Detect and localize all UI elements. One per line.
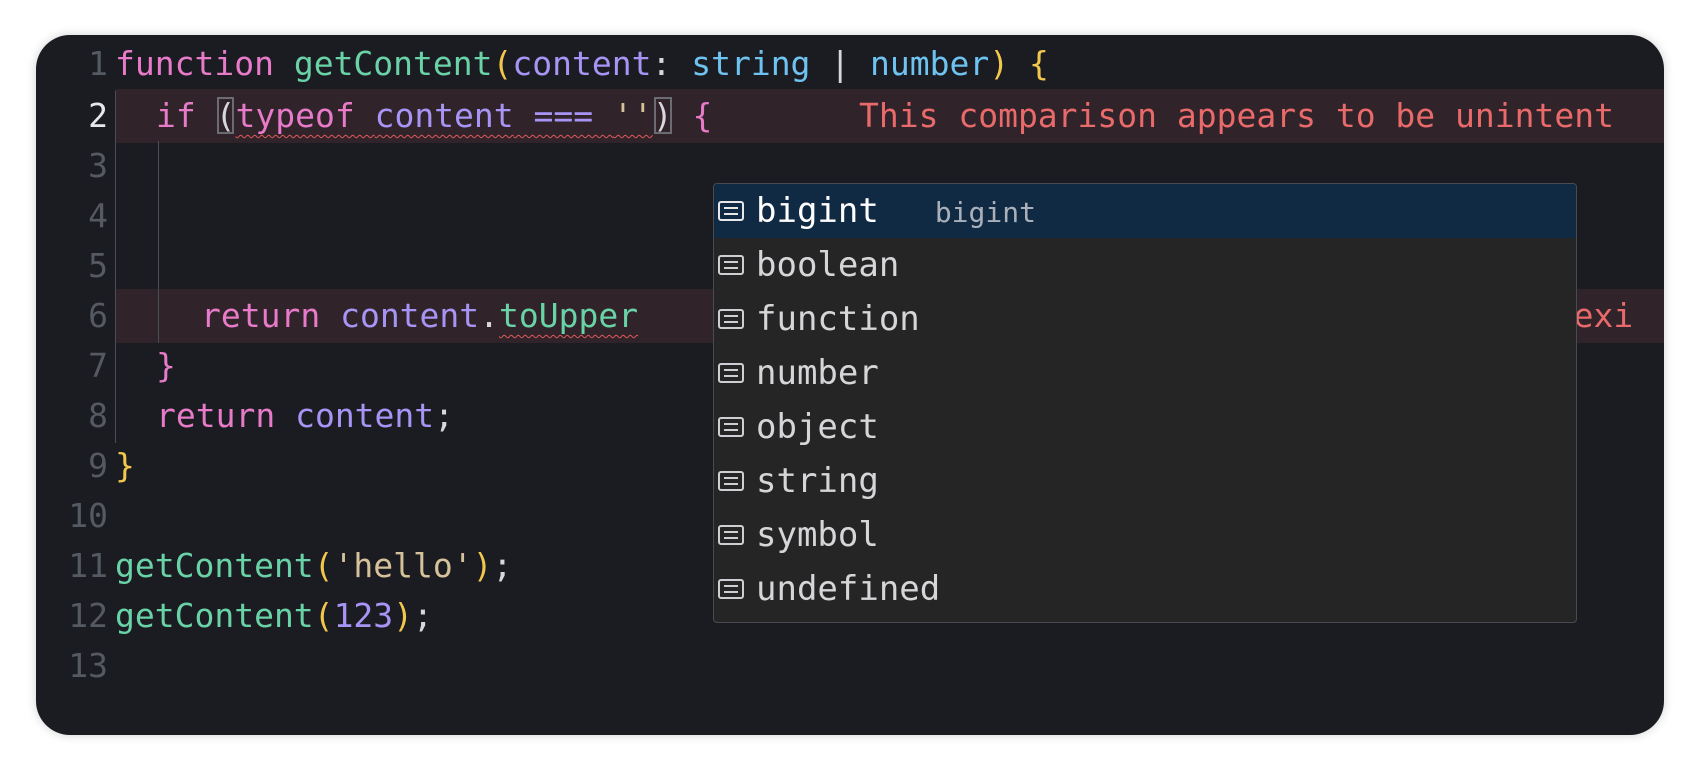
- suggestion-label: symbol: [756, 515, 879, 555]
- punctuation: ;: [434, 396, 455, 435]
- line-number-gutter: 1 2 3 4 5 6 7 8 9 10 11 12 13: [36, 35, 116, 735]
- inline-error-hint: This comparison appears to be unintent: [859, 96, 1614, 135]
- suggestion-item-string[interactable]: string: [714, 454, 1576, 508]
- code-line-2[interactable]: if (typeof content === '') {: [156, 89, 712, 143]
- brace: }: [115, 446, 135, 485]
- suggestion-item-boolean[interactable]: boolean: [714, 238, 1576, 292]
- suggestion-label: undefined: [756, 569, 941, 609]
- type: number: [870, 44, 990, 83]
- variable-error: content: [374, 96, 514, 135]
- string: 'hello': [333, 546, 473, 585]
- brace: {: [1029, 44, 1049, 83]
- number: 123: [333, 596, 394, 635]
- brace: }: [156, 346, 176, 385]
- function-name: getContent: [293, 44, 493, 83]
- line-number: 10: [68, 496, 108, 535]
- function-call: getContent: [115, 596, 314, 635]
- text-icon: [718, 525, 744, 545]
- bracket: (: [492, 44, 513, 83]
- string-error: '': [613, 96, 653, 135]
- code-editor[interactable]: 1 2 3 4 5 6 7 8 9 10 11 12 13 function g…: [36, 35, 1664, 735]
- keyword: function: [115, 44, 274, 83]
- line-number: 13: [68, 646, 108, 685]
- bracket: (: [313, 546, 334, 585]
- variable: content: [295, 396, 435, 435]
- operator-error: ===: [513, 96, 613, 135]
- keyword: if: [156, 96, 216, 135]
- bracket-match: ): [652, 96, 673, 135]
- code-line-8[interactable]: return content;: [156, 389, 454, 443]
- code-line-7[interactable]: }: [156, 339, 176, 393]
- line-number: 4: [88, 196, 108, 235]
- bracket: ): [393, 596, 414, 635]
- parameter: content: [512, 44, 652, 83]
- code-line-9[interactable]: }: [115, 439, 135, 493]
- suggestion-label: boolean: [756, 245, 900, 285]
- text-icon: [718, 255, 744, 275]
- suggestion-item-bigint[interactable]: bigint bigint: [714, 184, 1576, 238]
- punctuation: :: [651, 44, 692, 83]
- text-icon: [718, 201, 744, 221]
- keyword: return: [156, 396, 296, 435]
- punctuation: .: [479, 296, 500, 335]
- line-number: 7: [88, 346, 108, 385]
- line-number-active: 2: [88, 96, 108, 135]
- line-number: 3: [88, 146, 108, 185]
- code-line-1[interactable]: function getContent(content: string | nu…: [115, 37, 1049, 91]
- text-icon: [718, 579, 744, 599]
- keyword-error: typeof: [235, 96, 355, 135]
- line-number: 6: [88, 296, 108, 335]
- bracket: (: [313, 596, 334, 635]
- suggestion-label: number: [756, 353, 879, 393]
- line-number: 11: [68, 546, 108, 585]
- keyword: return: [201, 296, 341, 335]
- suggestion-item-symbol[interactable]: symbol: [714, 508, 1576, 562]
- line-number: 9: [88, 446, 108, 485]
- line-number: 5: [88, 246, 108, 285]
- method-error: toUpper: [499, 296, 639, 335]
- suggestion-item-function[interactable]: function: [714, 292, 1576, 346]
- operator: |: [810, 44, 871, 83]
- variable: content: [340, 296, 480, 335]
- bracket-match: (: [215, 96, 236, 135]
- code-line-6[interactable]: return content.toUpper: [201, 289, 638, 343]
- brace: {: [672, 96, 713, 135]
- text-icon: [718, 471, 744, 491]
- bracket: ): [472, 546, 493, 585]
- code-line-11[interactable]: getContent('hello');: [115, 539, 512, 593]
- suggestion-label: function: [756, 299, 920, 339]
- suggestion-label: object: [756, 407, 879, 447]
- bracket: ): [989, 44, 1010, 83]
- punctuation: ;: [492, 546, 513, 585]
- type: string: [691, 44, 811, 83]
- suggestion-item-undefined[interactable]: undefined: [714, 562, 1576, 616]
- punctuation: ;: [413, 596, 433, 635]
- suggestion-label: string: [756, 461, 879, 501]
- line-number: 1: [88, 44, 108, 83]
- text-icon: [718, 417, 744, 437]
- line-number: 12: [68, 596, 108, 635]
- code-line-12[interactable]: getContent(123);: [115, 589, 433, 643]
- suggestion-widget[interactable]: bigint bigint boolean function number obj…: [713, 183, 1577, 623]
- suggestion-label: bigint: [756, 191, 879, 231]
- text-icon: [718, 363, 744, 383]
- suggestion-detail: bigint: [934, 196, 1036, 229]
- function-call: getContent: [115, 546, 314, 585]
- suggestion-item-number[interactable]: number: [714, 346, 1576, 400]
- text-icon: [718, 309, 744, 329]
- suggestion-item-object[interactable]: object: [714, 400, 1576, 454]
- line-number: 8: [88, 396, 108, 435]
